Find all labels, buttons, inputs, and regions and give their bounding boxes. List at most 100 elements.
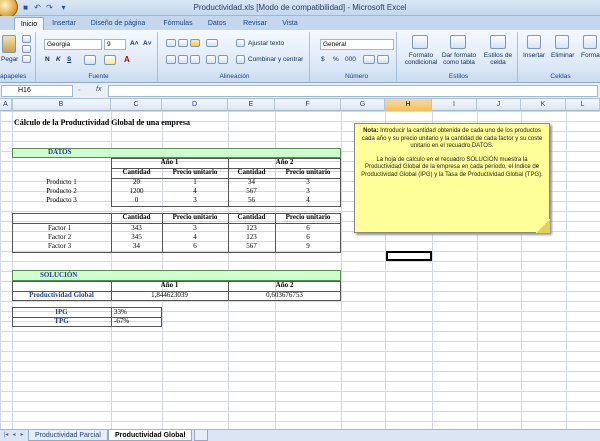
next-sheet-icon[interactable]: ▸: [18, 431, 26, 440]
tab-revisar[interactable]: Revisar: [238, 17, 272, 30]
increase-decimal-icon[interactable]: [363, 55, 375, 64]
copy-icon[interactable]: [22, 45, 31, 53]
column-header-d[interactable]: D: [162, 99, 228, 111]
tab-formulas[interactable]: Fórmulas: [158, 17, 198, 30]
column-header-b[interactable]: B: [12, 99, 111, 111]
cut-icon[interactable]: [22, 35, 31, 43]
tab-inicio[interactable]: Inicio: [14, 17, 44, 30]
sheet-tab-productividad-parcial[interactable]: Productividad Parcial: [28, 430, 108, 441]
column-header-h[interactable]: H: [385, 99, 432, 111]
active-cell-h16[interactable]: [386, 251, 432, 261]
cell-styles-icon[interactable]: [490, 35, 506, 49]
cancel-icon[interactable]: ◦: [78, 87, 80, 94]
factor-q1[interactable]: 345: [111, 233, 162, 242]
bold-button[interactable]: N: [45, 56, 50, 63]
factor-p1[interactable]: 3: [162, 224, 228, 233]
column-header-a[interactable]: A: [0, 99, 12, 111]
product-p1[interactable]: 4: [162, 187, 228, 196]
format-table-button[interactable]: Dar formato como tabla: [440, 52, 478, 66]
factor-p1[interactable]: 4: [162, 233, 228, 242]
paste-button[interactable]: Pegar: [1, 56, 18, 63]
grow-font-icon[interactable]: A˄: [130, 40, 139, 47]
delete-cells-button[interactable]: Eliminar: [551, 52, 574, 59]
pg-year2-value[interactable]: 0,603676753: [228, 291, 341, 300]
column-header-g[interactable]: G: [341, 99, 385, 111]
merge-center-button[interactable]: Combinar y centrar: [248, 56, 303, 63]
column-header-k[interactable]: K: [521, 99, 566, 111]
column-header-c[interactable]: C: [111, 99, 162, 111]
factor-q1[interactable]: 343: [111, 224, 162, 233]
number-format-combo[interactable]: General: [320, 39, 394, 50]
italic-button[interactable]: K: [56, 56, 61, 63]
align-left-icon[interactable]: [166, 55, 176, 64]
factor-p1[interactable]: 6: [162, 242, 228, 251]
orientation-icon[interactable]: [206, 39, 218, 47]
tab-insertar[interactable]: Insertar: [46, 17, 82, 30]
fill-color-icon[interactable]: [104, 55, 116, 65]
sheet-tab-productividad-global[interactable]: Productividad Global: [108, 430, 193, 441]
product-p2[interactable]: 4: [275, 196, 341, 205]
column-header-e[interactable]: E: [228, 99, 275, 111]
font-size-combo[interactable]: 9: [104, 39, 126, 50]
ipg-value[interactable]: 33%: [114, 308, 127, 317]
factor-q1[interactable]: 34: [111, 242, 162, 251]
product-q2[interactable]: 56: [228, 196, 275, 205]
insert-cells-button[interactable]: Insertar: [523, 52, 545, 59]
align-center-icon[interactable]: [178, 55, 188, 64]
pg-year1-value[interactable]: 1,844623039: [111, 291, 228, 300]
name-box[interactable]: H16: [1, 85, 73, 97]
product-p2[interactable]: 3: [275, 187, 341, 196]
factor-p2[interactable]: 6: [275, 224, 341, 233]
decrease-indent-icon[interactable]: [206, 55, 216, 64]
product-p1[interactable]: 3: [162, 196, 228, 205]
merge-center-icon[interactable]: [236, 55, 245, 64]
factor-q2[interactable]: 123: [228, 224, 275, 233]
product-q1[interactable]: 1200: [111, 187, 162, 196]
worksheet-grid[interactable]: Cálculo de la Productividad Global de un…: [0, 111, 600, 429]
wrap-text-button[interactable]: Ajustar texto: [248, 40, 284, 47]
format-table-icon[interactable]: [450, 35, 466, 49]
cell-styles-button[interactable]: Estilos de celda: [480, 52, 516, 66]
align-middle-icon[interactable]: [178, 39, 188, 47]
insert-cells-icon[interactable]: [527, 35, 541, 49]
align-top-icon[interactable]: [166, 39, 176, 47]
delete-cells-icon[interactable]: [555, 35, 569, 49]
conditional-format-button[interactable]: Formato condicional: [402, 52, 440, 66]
factor-p2[interactable]: 6: [275, 233, 341, 242]
tab-diseno-pagina[interactable]: Diseño de página: [86, 17, 150, 30]
column-header-l[interactable]: L: [566, 99, 600, 111]
product-q1[interactable]: 0: [111, 196, 162, 205]
new-sheet-icon[interactable]: [194, 430, 208, 441]
currency-button[interactable]: $: [321, 56, 325, 63]
align-right-icon[interactable]: [190, 55, 200, 64]
formula-input[interactable]: [108, 85, 598, 97]
product-q2[interactable]: 567: [228, 187, 275, 196]
prev-sheet-icon[interactable]: ◂: [10, 431, 18, 440]
factor-p2[interactable]: 9: [275, 242, 341, 251]
first-sheet-icon[interactable]: |◂: [2, 431, 10, 440]
wrap-text-icon[interactable]: [236, 39, 245, 47]
tab-vista[interactable]: Vista: [276, 17, 304, 30]
format-cells-icon[interactable]: [583, 35, 597, 49]
paste-icon[interactable]: [2, 35, 16, 53]
column-header-f[interactable]: F: [275, 99, 341, 111]
factor-q2[interactable]: 567: [228, 242, 275, 251]
format-cells-button[interactable]: Forma: [581, 52, 600, 59]
underline-button[interactable]: S: [67, 56, 71, 63]
factor-q2[interactable]: 123: [228, 233, 275, 242]
align-bottom-icon[interactable]: [190, 39, 200, 47]
product-p1[interactable]: 1: [162, 178, 228, 187]
format-painter-icon[interactable]: [22, 55, 31, 63]
borders-icon[interactable]: [84, 55, 96, 65]
tab-datos[interactable]: Datos: [202, 17, 232, 30]
conditional-format-icon[interactable]: [412, 35, 428, 49]
product-q1[interactable]: 20: [111, 178, 162, 187]
column-header-i[interactable]: I: [432, 99, 477, 111]
instructions-note[interactable]: Nota: Introducir la cantidad obtenida de…: [354, 123, 550, 233]
product-q2[interactable]: 34: [228, 178, 275, 187]
increase-indent-icon[interactable]: [218, 55, 228, 64]
font-name-combo[interactable]: Georgia: [44, 39, 102, 50]
column-header-j[interactable]: J: [477, 99, 521, 111]
decrease-decimal-icon[interactable]: [377, 55, 389, 64]
product-p2[interactable]: 3: [275, 178, 341, 187]
